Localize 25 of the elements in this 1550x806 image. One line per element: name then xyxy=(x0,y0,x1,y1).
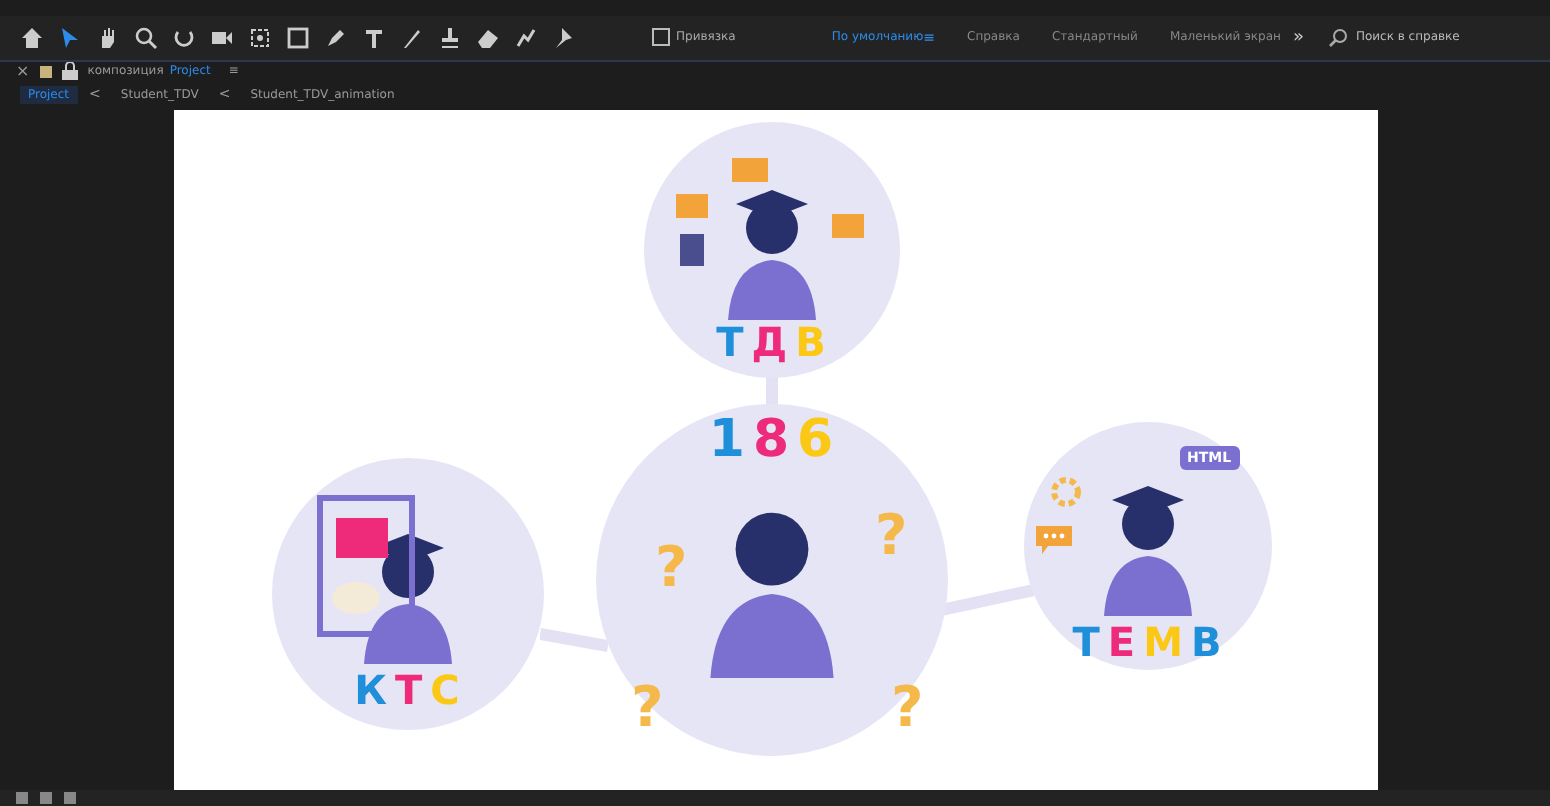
title-letter: Е xyxy=(1107,622,1136,662)
title-letter: С xyxy=(430,670,460,710)
title-letter: 6 xyxy=(797,414,834,466)
composition-color-icon xyxy=(39,65,52,78)
title-letter: Т xyxy=(1072,622,1100,662)
close-panel-button[interactable]: × xyxy=(16,62,30,81)
chat-bubble-icon xyxy=(1035,526,1071,554)
title-letter: М xyxy=(1143,622,1183,662)
easel-drawing xyxy=(315,494,415,638)
more-workspaces-button[interactable]: » xyxy=(1292,27,1304,48)
question-mark: ? xyxy=(655,540,688,596)
question-mark: ? xyxy=(631,680,664,736)
question-mark: ? xyxy=(875,508,908,564)
title-letter: 8 xyxy=(752,414,790,466)
title-letter: 1 xyxy=(708,414,745,466)
title-letter: К xyxy=(354,670,387,710)
lock-icon[interactable] xyxy=(61,62,78,81)
title-letter: Д xyxy=(751,322,788,362)
title-letter: В xyxy=(1190,622,1222,662)
title-letter: В xyxy=(795,322,826,362)
gear-icon xyxy=(1047,474,1083,510)
search-icon xyxy=(1327,27,1348,48)
title-letter: Т xyxy=(716,322,744,362)
question-mark: ? xyxy=(891,680,924,736)
title-letter: Т xyxy=(395,670,423,710)
